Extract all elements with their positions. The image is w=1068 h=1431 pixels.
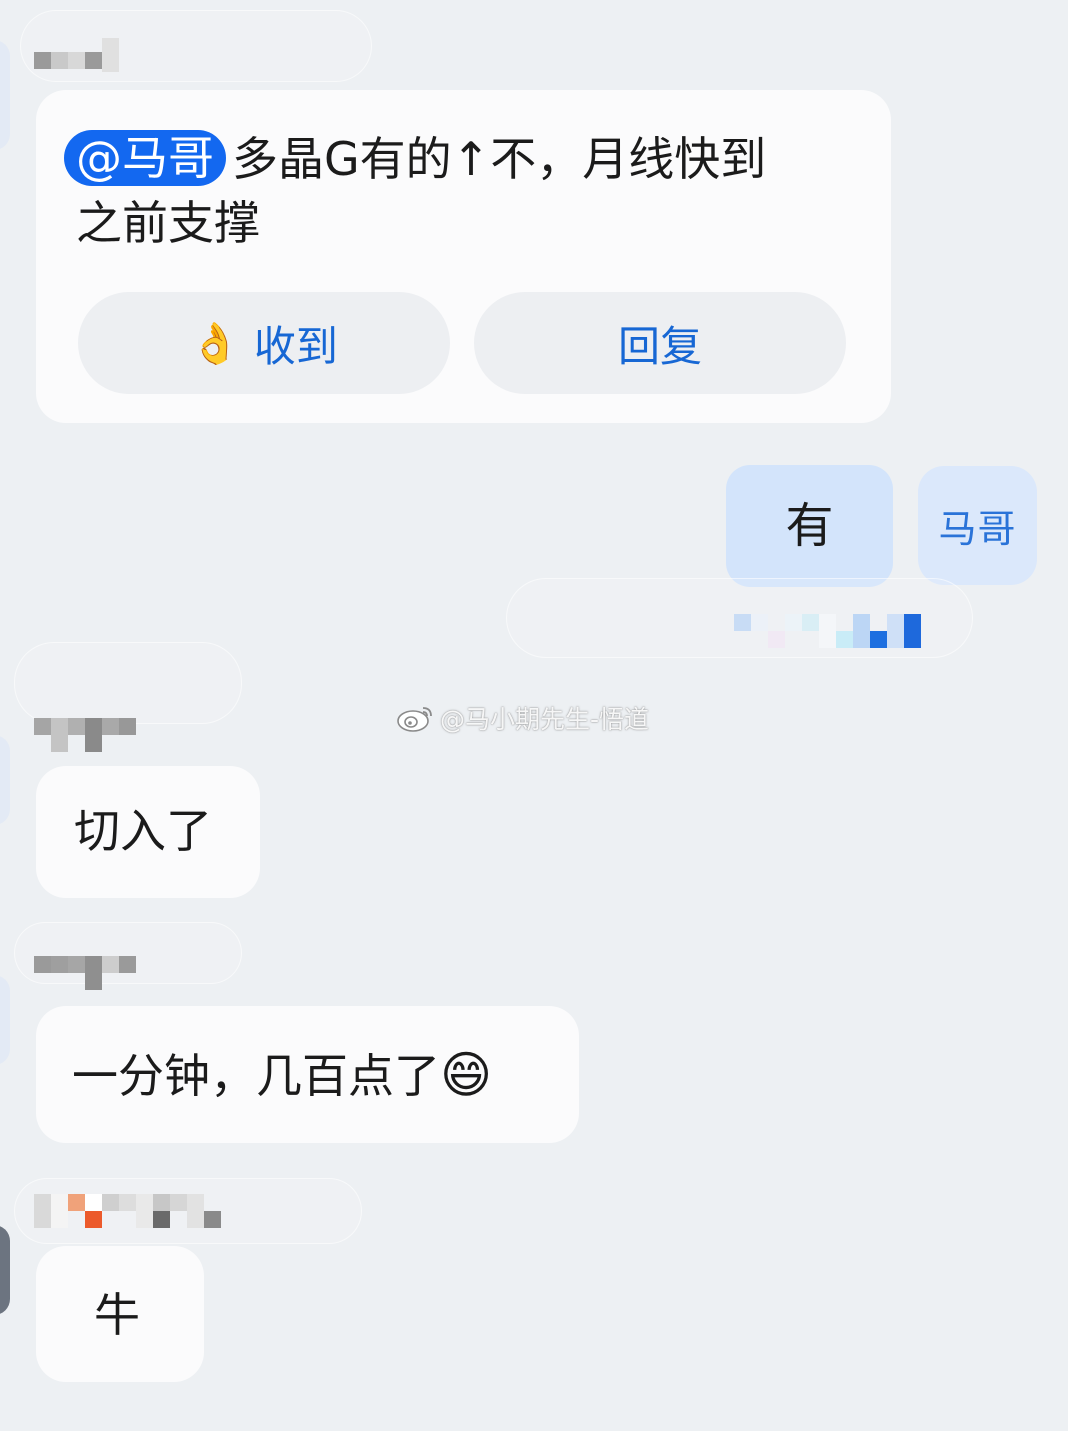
message-text: 牛 [94, 1288, 140, 1342]
message-text-line: 之前支撑 [76, 196, 260, 250]
message-text: @马哥 多晶G有的↑不，月线快到 [64, 126, 766, 192]
avatar[interactable] [0, 1225, 10, 1315]
message-bubble[interactable]: 一分钟，几百点了😄 [36, 1006, 579, 1143]
sender-name-accent [85, 1211, 102, 1228]
mention-chip[interactable]: @马哥 [64, 130, 226, 186]
sender-name [34, 1194, 221, 1228]
message-bubble[interactable]: 切入了 [36, 766, 260, 898]
avatar[interactable] [0, 975, 10, 1065]
read-status [734, 614, 921, 648]
reply-button-label: 回复 [617, 321, 702, 371]
message-text-content: 一分钟，几百点了 [72, 1049, 440, 1103]
message-text: 一分钟，几百点了😄 [72, 1042, 492, 1109]
watermark: @马小期先生-悟道 [396, 700, 649, 736]
sender-name [34, 956, 136, 990]
sender-name-halo [14, 642, 242, 724]
message-text: 切入了 [74, 804, 212, 858]
acknowledge-button[interactable]: 👌 收到 [78, 292, 450, 394]
self-message-bubble[interactable]: 有 [726, 465, 893, 587]
ok-hand-icon: 👌 [190, 320, 240, 367]
message-bubble[interactable]: @马哥 多晶G有的↑不，月线快到 之前支撑 👌 收到 回复 [36, 90, 891, 423]
message-bubble[interactable]: 牛 [36, 1246, 204, 1382]
sender-name [34, 38, 119, 72]
watermark-text: @马小期先生-悟道 [440, 705, 650, 734]
message-text: 有 [785, 498, 834, 554]
weibo-icon [397, 707, 432, 732]
acknowledge-button-label: 收到 [253, 321, 338, 371]
avatar[interactable] [0, 40, 10, 150]
self-avatar[interactable]: 马哥 [918, 466, 1037, 585]
grinning-face-icon: 😄 [440, 1046, 493, 1104]
avatar[interactable] [0, 735, 10, 825]
message-text-line: 多晶G有的↑不，月线快到 [232, 132, 767, 186]
sender-name-accent [153, 1211, 170, 1228]
reply-button[interactable]: 回复 [474, 292, 846, 394]
sender-name [34, 718, 136, 752]
